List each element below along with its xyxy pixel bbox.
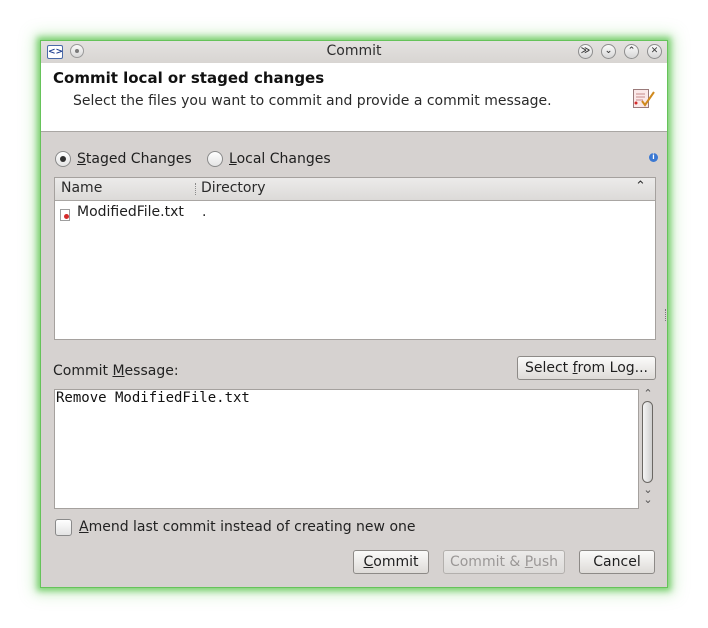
files-table[interactable]: Name Directory ⌃ ModifiedFile.txt . [54,177,656,340]
table-row[interactable]: ModifiedFile.txt . [55,202,655,224]
staged-changes-label: Staged Changes [77,151,192,167]
maximize-button[interactable]: ⌃ [624,44,639,59]
commit-pen-icon [633,89,655,108]
file-name: ModifiedFile.txt [77,204,184,220]
local-changes-radio[interactable] [207,151,223,167]
info-icon[interactable]: i [649,153,658,162]
cancel-button[interactable]: Cancel [579,550,655,574]
amend-label[interactable]: Amend last commit instead of creating ne… [79,519,416,535]
scroll-up-icon[interactable]: ⌃ [642,387,654,400]
amend-checkbox[interactable] [55,519,72,536]
commit-message-input[interactable]: Remove ModifiedFile.txt [54,389,639,509]
commit-button[interactable]: Commit [353,550,429,574]
splitter-handle[interactable] [665,309,668,321]
message-scrollbar[interactable]: ⌃ ⌄ ⌄ [640,387,656,509]
commit-dialog: <> Commit ≫ ⌄ ⌃ ✕ Commit local or staged… [40,40,668,588]
dialog-header: Commit local or staged changes Select th… [41,63,667,132]
local-changes-option[interactable]: Local Changes [207,149,331,169]
table-header: Name Directory ⌃ [55,178,655,201]
scroll-thumb[interactable] [642,401,653,483]
titlebar[interactable]: <> Commit ≫ ⌄ ⌃ ✕ [41,41,667,63]
commit-and-push-button[interactable]: Commit & Push [443,550,565,574]
column-directory[interactable]: Directory [201,180,266,196]
keep-above-button[interactable]: ≫ [578,44,593,59]
header-title: Commit local or staged changes [53,69,325,87]
column-name[interactable]: Name [61,180,102,196]
close-button[interactable]: ✕ [647,44,662,59]
file-directory: . [202,204,207,220]
local-changes-label: Local Changes [229,151,331,167]
sort-ascending-icon[interactable]: ⌃ [635,179,646,194]
modified-file-icon [60,209,70,221]
keep-below-button[interactable]: ⌄ [601,44,616,59]
select-from-log-button[interactable]: Select from Log... [517,356,656,380]
column-separator [195,183,196,195]
scroll-down-icon[interactable]: ⌄ ⌄ [642,484,654,505]
commit-message-label: Commit Message: [53,363,179,379]
staged-changes-option[interactable]: Staged Changes [55,149,192,169]
window-title: Commit [326,43,382,59]
staged-changes-radio[interactable] [55,151,71,167]
header-description: Select the files you want to commit and … [73,93,552,109]
